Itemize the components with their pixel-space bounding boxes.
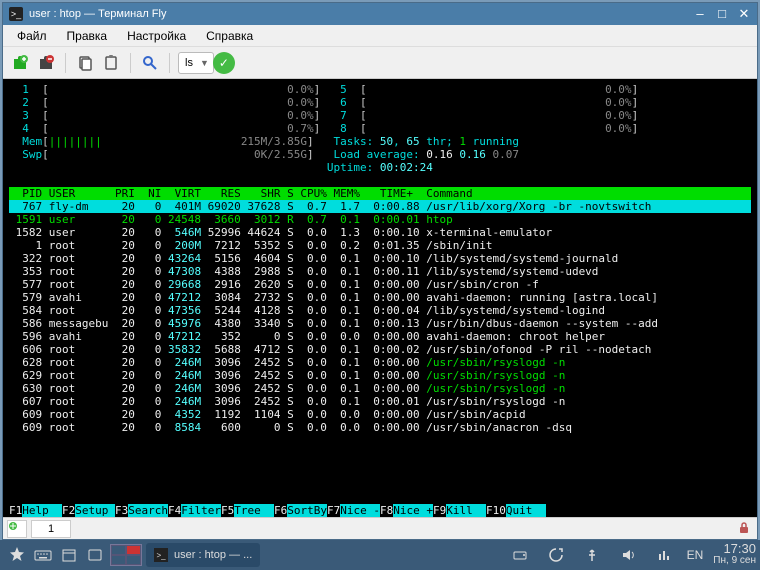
menu-edit[interactable]: Правка: [57, 27, 118, 45]
workspace-4[interactable]: [126, 555, 141, 565]
minimize-button[interactable]: –: [693, 6, 707, 22]
terminal-icon: >_: [9, 7, 23, 21]
paste-icon[interactable]: [100, 52, 122, 74]
close-tab-red-icon[interactable]: [35, 52, 57, 74]
lock-icon: [737, 521, 753, 537]
network-tray-icon[interactable]: [651, 543, 677, 567]
workspace-2[interactable]: [126, 545, 141, 555]
command-select[interactable]: ls: [178, 52, 214, 74]
titlebar[interactable]: >_ user : htop — Терминал Fly – □ ✕: [3, 3, 757, 25]
terminal-output[interactable]: 1 [ 0.0%] 5 [ 0.0%] 2 [ 0.0%] 6 [ 0.0%] …: [3, 79, 757, 517]
search-icon[interactable]: [139, 52, 161, 74]
close-button[interactable]: ✕: [737, 6, 751, 22]
separator: [169, 53, 170, 73]
menu-settings[interactable]: Настройка: [117, 27, 196, 45]
toolbar: ls ▼ ✓: [3, 47, 757, 79]
workspace-3[interactable]: [111, 555, 126, 565]
update-tray-icon[interactable]: [543, 543, 569, 567]
menu-help[interactable]: Справка: [196, 27, 263, 45]
separator: [65, 53, 66, 73]
menubar: Файл Правка Настройка Справка: [3, 25, 757, 47]
show-desktop-icon[interactable]: [82, 543, 108, 567]
terminal-icon: >_: [154, 548, 168, 562]
new-tab-green-icon[interactable]: [9, 52, 31, 74]
tab-1[interactable]: 1: [31, 520, 71, 538]
taskbar: >_ user : htop — ... EN 17:30 Пн, 9 сен: [0, 540, 760, 570]
disk-tray-icon[interactable]: [507, 543, 533, 567]
add-tab-button[interactable]: [7, 520, 27, 538]
separator: [130, 53, 131, 73]
workspace-1[interactable]: [111, 545, 126, 555]
menu-file[interactable]: Файл: [7, 27, 57, 45]
volume-tray-icon[interactable]: [615, 543, 641, 567]
copy-icon[interactable]: [74, 52, 96, 74]
statusbar: 1: [3, 517, 757, 539]
keyboard-icon[interactable]: [30, 543, 56, 567]
task-label: user : htop — ...: [174, 549, 252, 561]
date-text: Пн, 9 сен: [713, 555, 756, 567]
files-icon[interactable]: [56, 543, 82, 567]
run-button[interactable]: ✓: [213, 52, 235, 74]
window-title: user : htop — Терминал Fly: [29, 8, 693, 20]
start-menu-icon[interactable]: [4, 543, 30, 567]
time-text: 17:30: [713, 543, 756, 555]
clock[interactable]: 17:30 Пн, 9 сен: [713, 543, 756, 567]
workspace-pager[interactable]: [110, 544, 142, 566]
taskbar-task-terminal[interactable]: >_ user : htop — ...: [146, 543, 260, 567]
language-indicator[interactable]: EN: [687, 548, 704, 562]
maximize-button[interactable]: □: [715, 6, 729, 22]
usb-tray-icon[interactable]: [579, 543, 605, 567]
